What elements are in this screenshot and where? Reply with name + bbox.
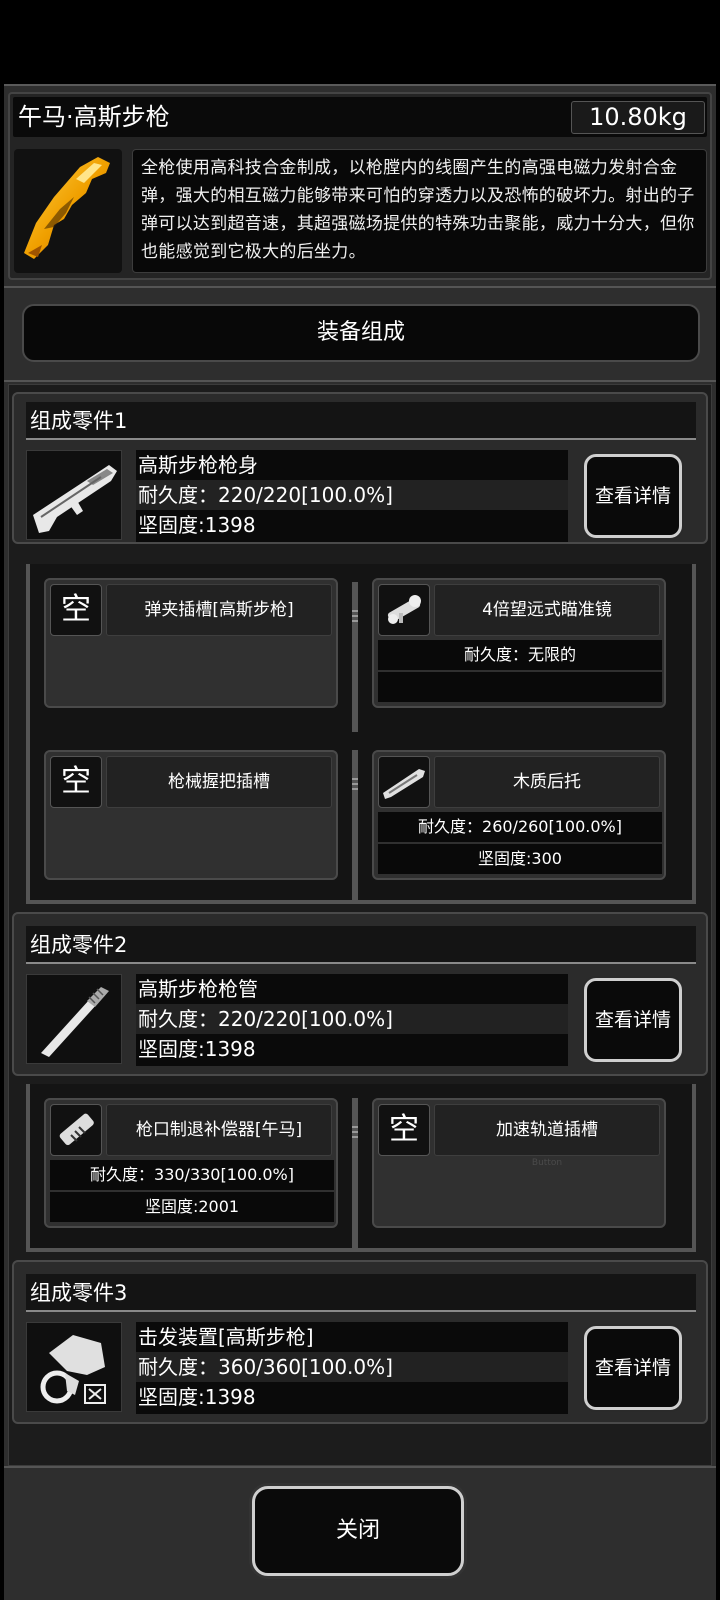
- slot-name: 弹夹插槽[高斯步枪]: [106, 584, 332, 636]
- part-info: 高斯步枪枪身 耐久度：220/220[100.0%] 坚固度:1398: [136, 450, 568, 542]
- item-description: 全枪使用高科技合金制成，以枪膛内的线圈产生的高强电磁力发射合金弹，强大的相互磁力…: [132, 149, 707, 273]
- empty-slot-icon: 空: [50, 756, 102, 808]
- part-durability: 耐久度：220/220[100.0%]: [136, 1004, 568, 1034]
- slot-divider: [352, 1098, 358, 1248]
- slot-divider: [352, 750, 358, 900]
- part-info: 高斯步枪枪管 耐久度：220/220[100.0%] 坚固度:1398: [136, 974, 568, 1066]
- scope-icon: [378, 584, 430, 636]
- divider: [4, 286, 716, 288]
- item-name: 午马·高斯步枪: [18, 103, 170, 131]
- stock-icon: [378, 756, 430, 808]
- slot-scope[interactable]: 4倍望远式瞄准镜 耐久度：无限的: [372, 578, 666, 708]
- part-1-slots: 空 弹夹插槽[高斯步枪] 4倍望远式瞄准镜 耐久度：无限的 空 枪械握把插槽 木…: [26, 564, 696, 904]
- muzzle-brake-icon: [50, 1104, 102, 1156]
- part-2-slots: 枪口制退补偿器[午马] 耐久度：330/330[100.0%] 坚固度:2001…: [26, 1084, 696, 1252]
- slot-name: 加速轨道插槽: [434, 1104, 660, 1156]
- slot-grip[interactable]: 空 枪械握把插槽: [44, 750, 338, 880]
- slot-divider: [352, 582, 358, 732]
- part-group-1: 组成零件1 高斯步枪枪身 耐久度：220/220[100.0%] 坚固度:139…: [12, 392, 708, 544]
- part-name: 击发装置[高斯步枪]: [138, 1325, 314, 1349]
- slot-placeholder: Button: [531, 1158, 563, 1168]
- slot-durability: 耐久度：无限的: [378, 640, 662, 670]
- slot-durability: 耐久度：330/330[100.0%]: [50, 1160, 334, 1190]
- part-name: 高斯步枪枪身: [138, 453, 258, 477]
- part-group-header: 组成零件3: [26, 1274, 696, 1312]
- close-button[interactable]: 关闭: [252, 1486, 464, 1576]
- divider: [4, 1466, 716, 1468]
- slot-name: 枪械握把插槽: [106, 756, 332, 808]
- part-durability: 耐久度：360/360[100.0%]: [136, 1352, 568, 1382]
- slot-muzzle[interactable]: 枪口制退补偿器[午马] 耐久度：330/330[100.0%] 坚固度:2001: [44, 1098, 338, 1228]
- slot-name: 4倍望远式瞄准镜: [434, 584, 660, 636]
- slot-durability: 耐久度：260/260[100.0%]: [378, 812, 662, 842]
- part-group-3: 组成零件3 击发装置[高斯步枪] 耐久度：360/360[100.0%] 坚固度…: [12, 1260, 708, 1424]
- part-group-header: 组成零件1: [26, 402, 696, 440]
- part-group-header: 组成零件2: [26, 926, 696, 964]
- gold-rifle-icon: [14, 149, 122, 273]
- trigger-mechanism-icon: [26, 1322, 122, 1412]
- slot-name: 木质后托: [434, 756, 660, 808]
- slot-magazine[interactable]: 空 弹夹插槽[高斯步枪]: [44, 578, 338, 708]
- slot-firmness: [378, 672, 662, 702]
- divider: [4, 380, 716, 382]
- slot-firmness: 坚固度:300: [378, 844, 662, 874]
- barrel-icon: [26, 974, 122, 1064]
- empty-slot-icon: 空: [378, 1104, 430, 1156]
- part-durability: 耐久度：220/220[100.0%]: [136, 480, 568, 510]
- equipment-composition-button[interactable]: 装备组成: [22, 304, 700, 362]
- item-description-text: 全枪使用高科技合金制成，以枪膛内的线圈产生的高强电磁力发射合金弹，强大的相互磁力…: [141, 158, 695, 262]
- slot-name: 枪口制退补偿器[午马]: [106, 1104, 332, 1156]
- part-firmness: 坚固度:1398: [138, 1385, 256, 1409]
- empty-slot-icon: 空: [50, 584, 102, 636]
- status-bar-area: [0, 0, 720, 84]
- view-details-button[interactable]: 查看详情: [584, 978, 682, 1062]
- part-info: 击发装置[高斯步枪] 耐久度：360/360[100.0%] 坚固度:1398: [136, 1322, 568, 1414]
- view-details-button[interactable]: 查看详情: [584, 454, 682, 538]
- part-firmness: 坚固度:1398: [138, 1037, 256, 1061]
- part-group-2: 组成零件2 高斯步枪枪管 耐久度：220/220[100.0%] 坚固度:139…: [12, 912, 708, 1076]
- slot-firmness: 坚固度:2001: [50, 1192, 334, 1222]
- view-details-button[interactable]: 查看详情: [584, 1326, 682, 1410]
- slot-accel-rail[interactable]: 空 加速轨道插槽 Button: [372, 1098, 666, 1228]
- part-name: 高斯步枪枪管: [138, 977, 258, 1001]
- rifle-body-icon: [26, 450, 122, 540]
- slot-stock[interactable]: 木质后托 耐久度：260/260[100.0%] 坚固度:300: [372, 750, 666, 880]
- item-weight: 10.80kg: [571, 101, 705, 134]
- part-firmness: 坚固度:1398: [138, 513, 256, 537]
